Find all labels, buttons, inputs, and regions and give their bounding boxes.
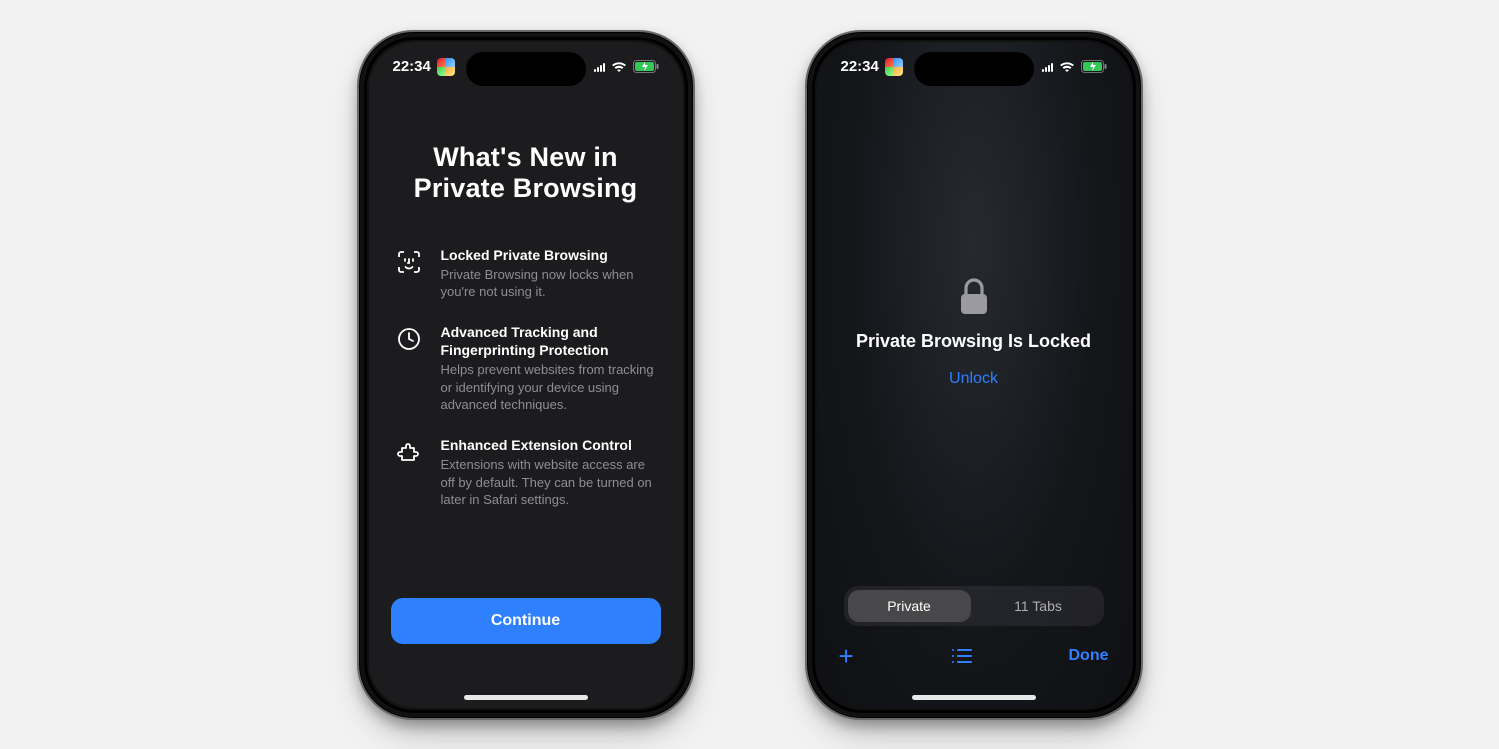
dynamic-island: [466, 52, 586, 86]
locked-title: Private Browsing Is Locked: [856, 331, 1091, 352]
feature-title: Advanced Tracking and Fingerprinting Pro…: [441, 323, 657, 359]
unlock-button[interactable]: Unlock: [941, 366, 1006, 392]
tab-private[interactable]: Private: [848, 590, 971, 622]
cell-signal-icon: [594, 62, 605, 72]
lock-icon: [957, 277, 991, 317]
feature-extension-control: Enhanced Extension Control Extensions wi…: [395, 436, 657, 509]
feature-desc: Helps prevent websites from tracking or …: [441, 361, 657, 414]
wifi-icon: [1059, 61, 1075, 73]
home-indicator[interactable]: [464, 695, 588, 700]
feature-list: Locked Private Browsing Private Browsing…: [391, 246, 661, 509]
tab-list-button[interactable]: [950, 648, 972, 664]
battery-icon: [633, 60, 659, 73]
battery-icon: [1081, 60, 1107, 73]
pip-thumbnail-icon: [437, 58, 455, 76]
phone-left: 22:34: [357, 30, 695, 720]
phone-right: 22:34: [805, 30, 1143, 720]
feature-desc: Private Browsing now locks when you're n…: [441, 266, 657, 301]
tab-other[interactable]: 11 Tabs: [977, 590, 1100, 622]
status-time: 22:34: [841, 58, 879, 75]
extension-icon: [395, 438, 423, 466]
wifi-icon: [611, 61, 627, 73]
done-button[interactable]: Done: [1069, 647, 1109, 665]
home-indicator[interactable]: [912, 695, 1036, 700]
page-title: What's New in Private Browsing: [391, 142, 661, 204]
dynamic-island: [914, 52, 1034, 86]
status-time: 22:34: [393, 58, 431, 75]
feature-title: Enhanced Extension Control: [441, 436, 657, 454]
whats-new-sheet: What's New in Private Browsing Locked Pr…: [369, 42, 683, 708]
locked-screen: 22:34: [817, 42, 1131, 708]
new-tab-button[interactable]: +: [839, 643, 854, 669]
feature-desc: Extensions with website access are off b…: [441, 456, 657, 509]
clock-icon: [395, 325, 423, 353]
feature-title: Locked Private Browsing: [441, 246, 657, 264]
continue-button[interactable]: Continue: [391, 598, 661, 644]
bottom-toolbar: + Done: [817, 634, 1131, 678]
pip-thumbnail-icon: [885, 58, 903, 76]
tab-group-switcher[interactable]: Private 11 Tabs: [844, 586, 1104, 626]
faceid-icon: [395, 248, 423, 276]
cell-signal-icon: [1042, 62, 1053, 72]
feature-tracking-protection: Advanced Tracking and Fingerprinting Pro…: [395, 323, 657, 414]
whats-new-screen: 22:34: [369, 42, 683, 708]
feature-locked-browsing: Locked Private Browsing Private Browsing…: [395, 246, 657, 301]
